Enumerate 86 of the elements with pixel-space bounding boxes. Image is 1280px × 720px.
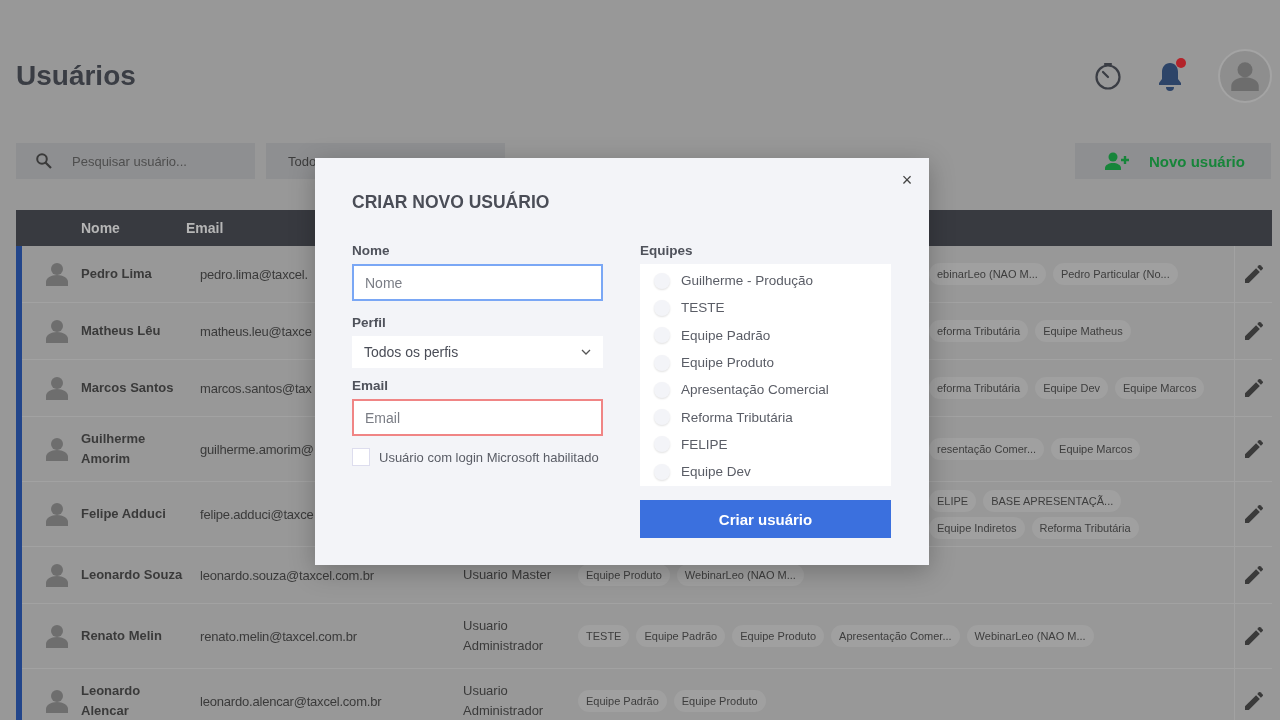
field-label: Nome — [352, 243, 391, 258]
column-header: Nome — [81, 220, 121, 236]
search-field[interactable]: Pesquisar usuário... — [16, 143, 255, 179]
timer-icon[interactable] — [1094, 62, 1122, 90]
user-avatar-icon — [45, 502, 68, 526]
team-tag: eforma Tributária — [929, 320, 1029, 342]
user-role: Usuario Administrador — [463, 682, 545, 720]
team-tag: Equipe Marcos — [1115, 377, 1205, 399]
user-avatar-icon — [45, 437, 68, 461]
user-role: Usuario Administrador — [463, 617, 545, 655]
email-field[interactable]: Email — [352, 399, 603, 436]
user-name: Pedro Lima — [81, 265, 153, 283]
team-option[interactable]: TESTE — [681, 300, 725, 316]
team-option[interactable]: Equipe Padrão — [681, 327, 771, 343]
checkbox[interactable] — [352, 448, 370, 466]
team-tag: Equipe Matheus — [1035, 320, 1131, 342]
team-tag: ELIPE — [929, 489, 977, 512]
user-name: Renato Melin — [81, 627, 163, 645]
team-tag: Reforma Tributária — [1031, 516, 1139, 539]
user-email: felipe.adduci@taxce — [200, 506, 314, 522]
user-email: matheus.leu@taxce — [200, 323, 312, 339]
team-tag: Equipe Produto — [578, 564, 670, 586]
chevron-down-icon — [581, 349, 591, 355]
user-avatar-icon — [45, 262, 68, 286]
create-user-button[interactable]: Criar usuário — [640, 500, 891, 538]
user-email: leonardo.souza@taxcel.com.br — [200, 567, 374, 583]
close-button[interactable]: × — [897, 170, 917, 190]
user-email: renato.melin@taxcel.com.br — [200, 628, 357, 644]
page-title: Usuários — [16, 60, 136, 92]
team-option[interactable]: Guilherme - Produção — [681, 273, 814, 289]
user-name: Matheus Lêu — [81, 322, 162, 340]
user-name: Felipe Adduci — [81, 505, 167, 523]
team-option[interactable]: Equipe Dev — [681, 464, 751, 480]
user-email: pedro.lima@taxcel. — [200, 266, 308, 282]
team-tag: Equipe Dev — [1035, 377, 1109, 399]
user-avatar-icon — [45, 689, 68, 713]
edit-icon[interactable] — [1244, 379, 1263, 397]
user-avatar-icon — [45, 563, 68, 587]
team-tag: eforma Tributária — [929, 377, 1029, 399]
team-tag: Equipe Padrão — [578, 690, 667, 712]
name-field[interactable]: Nome — [352, 264, 603, 301]
team-tag: Equipe Indiretos — [929, 516, 1025, 539]
bell-icon[interactable] — [1156, 61, 1184, 91]
user-email: leonardo.alencar@taxcel.com.br — [200, 693, 382, 709]
team-tag: ebinarLeo (NAO M... — [929, 263, 1046, 285]
user-name: Leonardo Souza — [81, 566, 184, 584]
team-tag: Equipe Produto — [732, 625, 825, 647]
team-tag: TESTE — [578, 625, 630, 647]
team-tag: WebinarLeo (NAO M... — [676, 564, 804, 586]
user-name: Guilherme Amorim — [81, 430, 147, 468]
team-option[interactable]: FELIPE — [681, 436, 728, 452]
edit-icon[interactable] — [1244, 322, 1263, 340]
edit-icon[interactable] — [1244, 440, 1263, 458]
team-tag: Apresentação Comer... — [831, 625, 960, 647]
user-email: guilherme.amorim@ — [200, 441, 314, 457]
user-role: Usuario Master — [463, 566, 553, 584]
team-tag: Equipe Marcos — [1051, 438, 1141, 460]
team-option[interactable]: Apresentação Comercial — [681, 382, 829, 398]
user-name: Marcos Santos — [81, 379, 175, 397]
user-avatar-icon — [45, 624, 68, 648]
team-tag: Pedro Particular (No... — [1052, 263, 1178, 285]
edit-icon[interactable] — [1244, 627, 1263, 645]
team-tag: Equipe Padrão — [636, 625, 726, 647]
profile-select[interactable]: Todos os perfis — [352, 336, 603, 368]
edit-icon[interactable] — [1244, 265, 1263, 283]
field-label: Perfil — [352, 315, 387, 330]
modal-title: CRIAR NOVO USUÁRIO — [352, 192, 551, 213]
search-icon — [36, 153, 52, 169]
checkbox-label: Usuário com login Microsoft habilitado — [379, 449, 599, 465]
add-user-icon — [1105, 152, 1129, 170]
column-header: Email — [186, 220, 225, 236]
edit-icon[interactable] — [1244, 692, 1263, 710]
team-tag: WebinarLeo (NAO M... — [966, 625, 1094, 647]
team-tag: resentação Comer... — [929, 438, 1045, 460]
field-label: Email — [352, 378, 390, 393]
edit-icon[interactable] — [1244, 566, 1263, 584]
team-option[interactable]: Reforma Tributária — [681, 409, 793, 425]
user-avatar-icon — [45, 319, 68, 343]
team-tag: Equipe Produto — [673, 690, 766, 712]
user-email: marcos.santos@tax — [200, 380, 312, 396]
team-option[interactable]: Equipe Produto — [681, 355, 775, 371]
user-avatar-icon — [45, 376, 68, 400]
edit-icon[interactable] — [1244, 505, 1263, 523]
field-label: Equipes — [640, 243, 694, 258]
user-name: Leonardo Alencar — [81, 682, 142, 720]
team-tag: BASE APRESENTAÇÃ... — [983, 489, 1122, 512]
